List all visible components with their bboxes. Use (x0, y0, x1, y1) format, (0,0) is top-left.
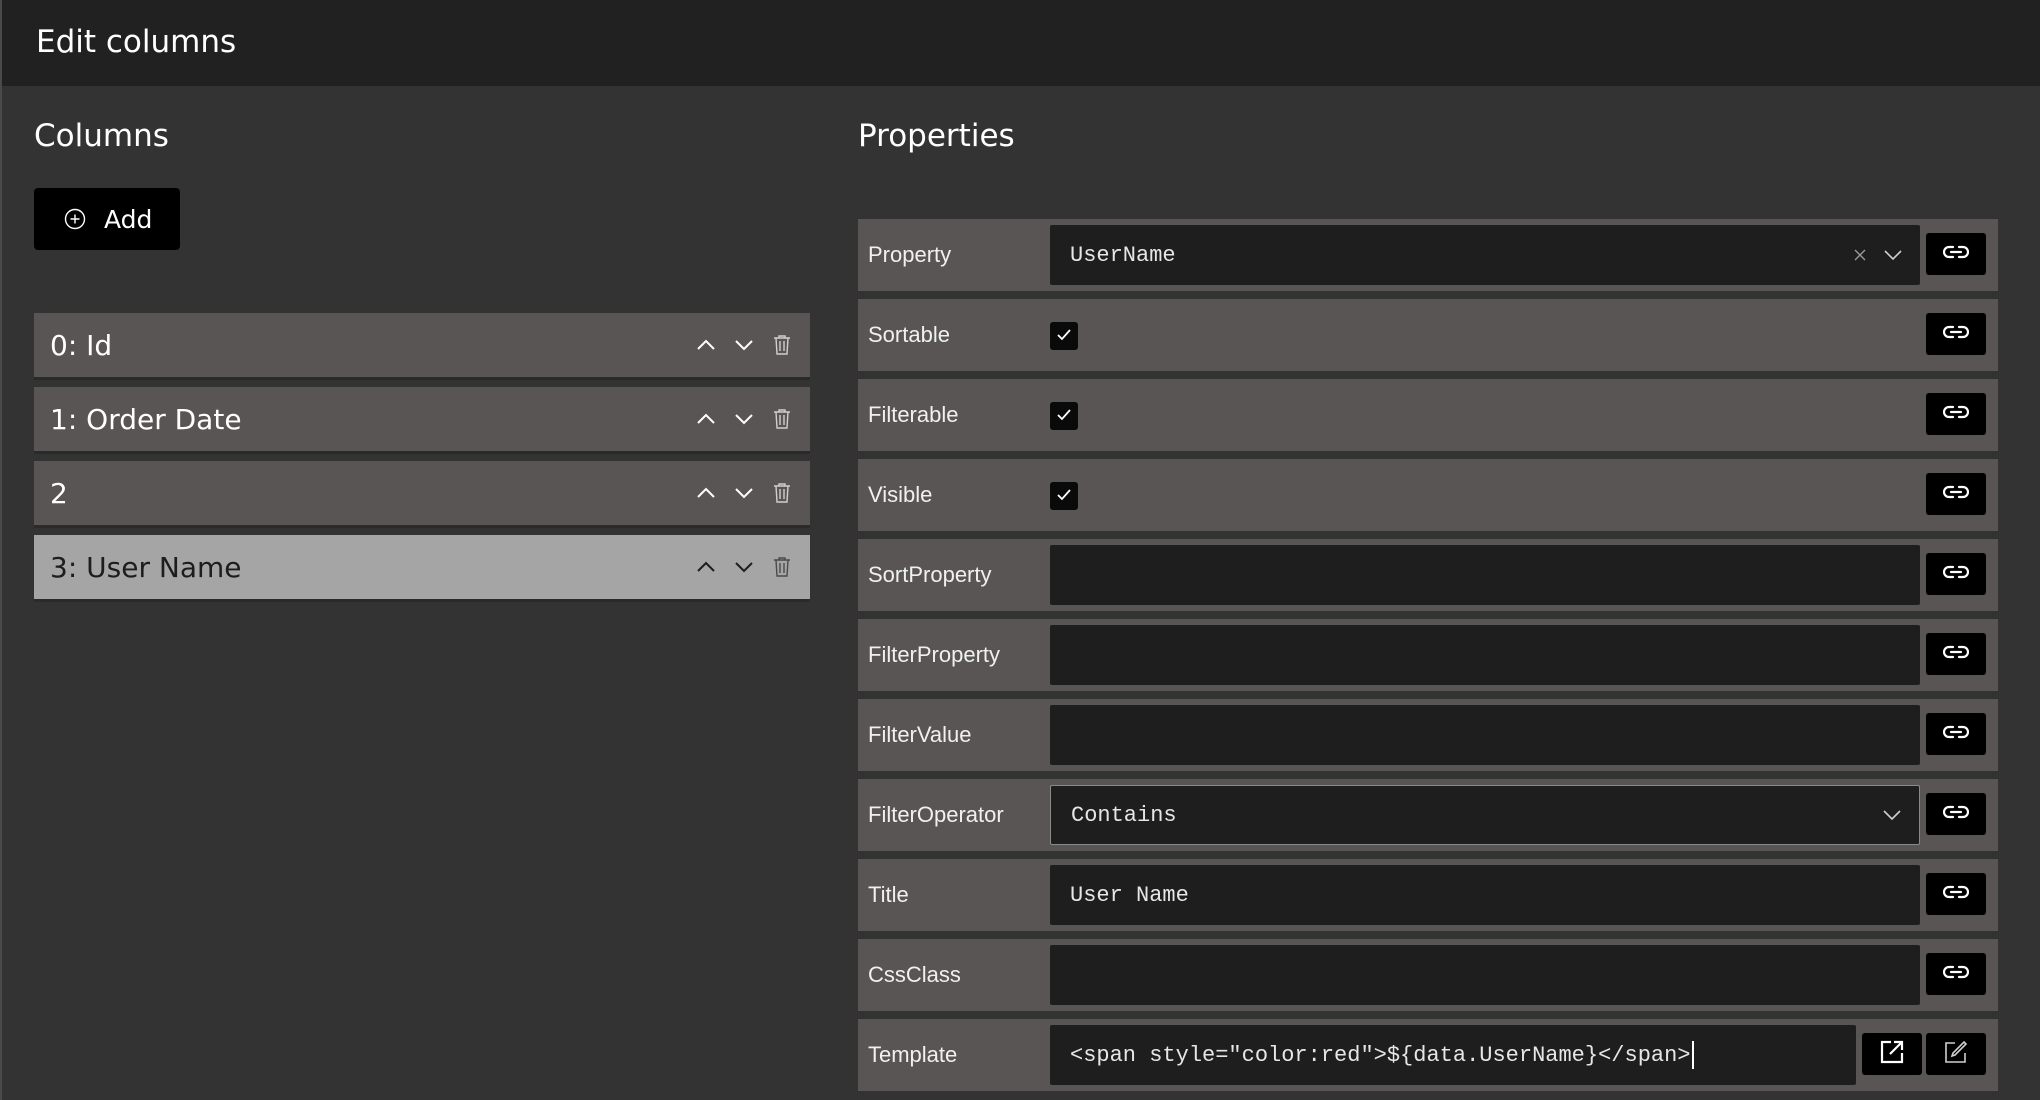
filter-value-input[interactable] (1050, 705, 1920, 765)
properties-grid: Property UserName Sortable Filterable Vi… (858, 219, 1998, 1099)
filterable-bind-button[interactable] (1926, 393, 1986, 435)
filterable-checkbox[interactable] (1050, 402, 1078, 430)
move-down-icon[interactable] (732, 481, 756, 505)
link-icon (1942, 804, 1970, 824)
link-icon (1942, 724, 1970, 744)
column-item[interactable]: 0: Id (34, 313, 810, 377)
filter-value-row: FilterValue (858, 699, 1998, 771)
title-input[interactable]: User Name (1050, 865, 1920, 925)
move-up-icon[interactable] (694, 555, 718, 579)
check-icon (1056, 407, 1072, 426)
sortable-checkbox[interactable] (1050, 322, 1078, 350)
link-icon (1942, 244, 1970, 264)
filter-property-bind-button[interactable] (1926, 633, 1986, 675)
template-input[interactable]: <span style="color:red">${data.UserName}… (1050, 1025, 1856, 1085)
title-row: Title User Name (858, 859, 1998, 931)
visible-row: Visible (858, 459, 1998, 531)
column-item-label: 0: Id (50, 328, 113, 362)
trash-icon[interactable] (770, 481, 794, 505)
move-up-icon[interactable] (694, 481, 718, 505)
text-cursor (1691, 1041, 1694, 1069)
filter-operator-bind-button[interactable] (1926, 793, 1986, 835)
check-icon (1056, 327, 1072, 346)
link-icon (1942, 404, 1970, 424)
check-icon (1056, 487, 1072, 506)
column-item-label: 2 (50, 476, 68, 510)
filter-property-input[interactable] (1050, 625, 1920, 685)
trash-icon[interactable] (770, 555, 794, 579)
sortable-row: Sortable (858, 299, 1998, 371)
column-item[interactable]: 1: Order Date (34, 387, 810, 451)
css-class-input[interactable] (1050, 945, 1920, 1005)
filter-value-bind-button[interactable] (1926, 713, 1986, 755)
close-icon[interactable] (1854, 243, 1866, 268)
template-label: Template (868, 1042, 958, 1067)
filter-value-label: FilterValue (868, 722, 972, 747)
column-item-label: 1: Order Date (50, 402, 242, 436)
filter-operator-select[interactable]: Contains (1050, 785, 1920, 845)
filter-operator-label: FilterOperator (868, 802, 1004, 827)
dialog-left-border (0, 86, 2, 1100)
move-down-icon[interactable] (732, 407, 756, 431)
title-bind-button[interactable] (1926, 873, 1986, 915)
sort-property-bind-button[interactable] (1926, 553, 1986, 595)
properties-heading: Properties (858, 118, 1015, 154)
move-up-icon[interactable] (694, 407, 718, 431)
chevron-down-icon[interactable] (1883, 803, 1901, 828)
template-edit-button[interactable] (1926, 1033, 1986, 1075)
filterable-label: Filterable (868, 402, 959, 427)
link-icon (1942, 484, 1970, 504)
filterable-row: Filterable (858, 379, 1998, 451)
move-down-icon[interactable] (732, 555, 756, 579)
dialog-titlebar: Edit columns (0, 0, 2040, 86)
plus-circle-icon (64, 208, 86, 230)
move-down-icon[interactable] (732, 333, 756, 357)
column-item-selected[interactable]: 3: User Name (34, 535, 810, 599)
move-up-icon[interactable] (694, 333, 718, 357)
trash-icon[interactable] (770, 333, 794, 357)
property-value: UserName (1070, 242, 1176, 268)
sort-property-row: SortProperty (858, 539, 1998, 611)
add-column-label: Add (104, 204, 153, 234)
title-label: Title (868, 882, 909, 907)
sortable-label: Sortable (868, 322, 950, 347)
link-icon (1942, 884, 1970, 904)
add-column-button[interactable]: Add (34, 188, 180, 250)
visible-checkbox[interactable] (1050, 482, 1078, 510)
link-icon (1942, 564, 1970, 584)
trash-icon[interactable] (770, 407, 794, 431)
columns-heading: Columns (34, 118, 169, 154)
chevron-down-icon[interactable] (1884, 243, 1902, 268)
property-label: Property (868, 242, 952, 267)
dialog-title: Edit columns (36, 24, 237, 60)
column-item[interactable]: 2 (34, 461, 810, 525)
sort-property-input[interactable] (1050, 545, 1920, 605)
visible-bind-button[interactable] (1926, 473, 1986, 515)
edit-columns-dialog: Edit columns Columns Add 0: Id 1: Order … (0, 0, 2040, 1100)
visible-label: Visible (868, 482, 933, 507)
open-external-icon (1879, 1039, 1905, 1069)
css-class-label: CssClass (868, 962, 961, 987)
filter-operator-row: FilterOperator Contains (858, 779, 1998, 851)
column-list: 0: Id 1: Order Date 2 3: User Name (34, 313, 810, 609)
filter-property-row: FilterProperty (858, 619, 1998, 691)
template-row: Template <span style="color:red">${data.… (858, 1019, 1998, 1091)
link-icon (1942, 644, 1970, 664)
css-class-row: CssClass (858, 939, 1998, 1011)
css-class-bind-button[interactable] (1926, 953, 1986, 995)
template-value: <span style="color:red">${data.UserName}… (1070, 1042, 1691, 1068)
filter-property-label: FilterProperty (868, 642, 1001, 667)
property-select[interactable]: UserName (1050, 225, 1920, 285)
property-bind-button[interactable] (1926, 233, 1986, 275)
template-open-editor-button[interactable] (1862, 1033, 1922, 1075)
property-row: Property UserName (858, 219, 1998, 291)
link-icon (1942, 964, 1970, 984)
filter-operator-value: Contains (1071, 802, 1177, 828)
sortable-bind-button[interactable] (1926, 313, 1986, 355)
sort-property-label: SortProperty (868, 562, 992, 587)
link-icon (1942, 324, 1970, 344)
column-item-label: 3: User Name (50, 550, 242, 584)
edit-icon (1944, 1040, 1968, 1068)
